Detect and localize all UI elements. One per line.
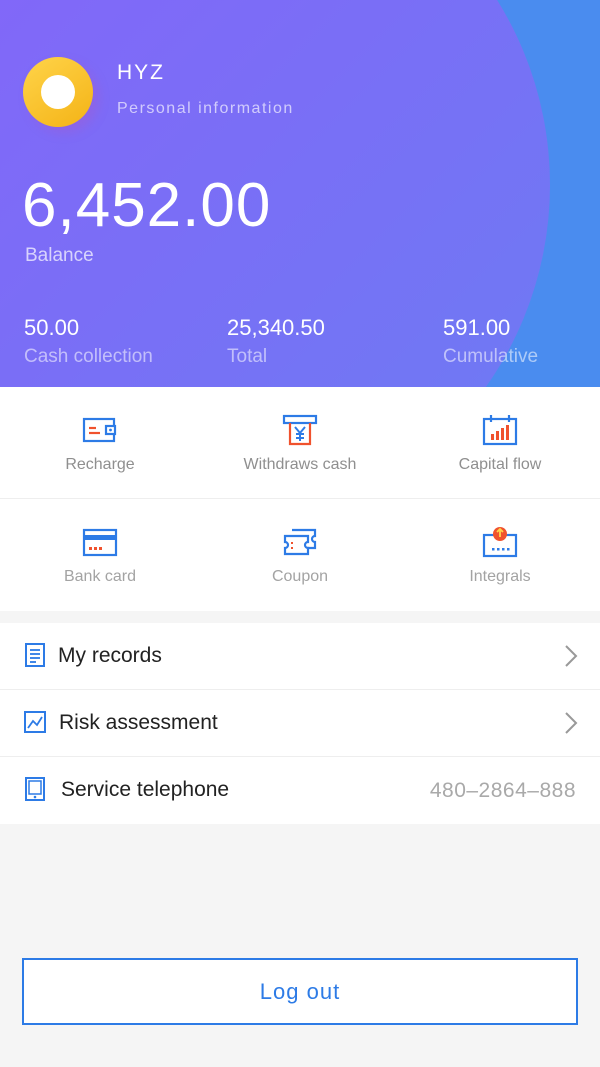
stat-label: Cumulative (443, 346, 539, 367)
coupon-icon (283, 528, 317, 556)
points-icon (482, 527, 518, 558)
action-label: Recharge (65, 456, 135, 473)
user-name: HYZ (117, 61, 165, 84)
stat-value: 25,340.50 (227, 315, 325, 340)
bank-card-icon (82, 528, 118, 557)
account-header: HYZ Personal information 6,452.00 Balanc… (0, 0, 600, 387)
action-grid-row: Recharge Withdraws cash Capital flow (0, 387, 600, 499)
stat-total: 25,340.50 Total (227, 315, 325, 368)
action-capital-flow[interactable]: Capital flow (400, 387, 600, 499)
action-label: Coupon (271, 568, 329, 585)
balance-label: Balance (25, 245, 94, 266)
calendar-chart-icon (482, 415, 518, 446)
stat-value: 591.00 (443, 315, 511, 340)
chevron-right-icon (565, 712, 578, 734)
stat-label: Total (227, 346, 268, 367)
personal-information-link[interactable]: Personal information (117, 100, 294, 118)
action-label: Capital flow (458, 456, 542, 473)
action-recharge[interactable]: Recharge (0, 387, 200, 499)
service-phone-number[interactable]: 480–2864–888 (430, 779, 576, 803)
action-label: Withdraws cash (243, 456, 357, 473)
action-grid: Recharge Withdraws cash Capital flow Ban… (0, 387, 600, 611)
logout-button[interactable]: Log out (22, 958, 578, 1025)
menu-item-service-telephone[interactable]: Service telephone 480–2864–888 (0, 757, 600, 824)
stat-cash-collection: 50.00 Cash collection (24, 315, 153, 368)
avatar[interactable] (23, 57, 93, 127)
action-coupon[interactable]: Coupon (200, 499, 400, 611)
chevron-right-icon (565, 645, 578, 667)
balance-amount: 6,452.00 (22, 171, 272, 240)
menu-item-risk-assessment[interactable]: Risk assessment (0, 690, 600, 757)
wallet-icon (82, 417, 117, 443)
menu-item-label: Service telephone (61, 778, 230, 801)
chart-icon (24, 711, 46, 733)
action-label: Bank card (63, 568, 137, 585)
menu-list: My records Risk assessment Service telep… (0, 623, 600, 824)
action-withdraw-cash[interactable]: Withdraws cash (200, 387, 400, 499)
menu-item-label: Risk assessment (59, 711, 218, 734)
action-integrals[interactable]: Integrals (400, 499, 600, 611)
action-label: Integrals (469, 568, 531, 585)
atm-yen-icon (282, 414, 318, 446)
menu-item-label: My records (58, 644, 162, 667)
action-bank-card[interactable]: Bank card (0, 499, 200, 611)
menu-item-my-records[interactable]: My records (0, 623, 600, 690)
tablet-icon (25, 777, 45, 801)
action-grid-row: Bank card Coupon Integrals (0, 499, 600, 611)
stat-cumulative: 591.00 Cumulative (443, 315, 538, 368)
stat-label: Cash collection (24, 346, 153, 367)
stat-value: 50.00 (24, 315, 80, 340)
document-icon (25, 643, 45, 667)
